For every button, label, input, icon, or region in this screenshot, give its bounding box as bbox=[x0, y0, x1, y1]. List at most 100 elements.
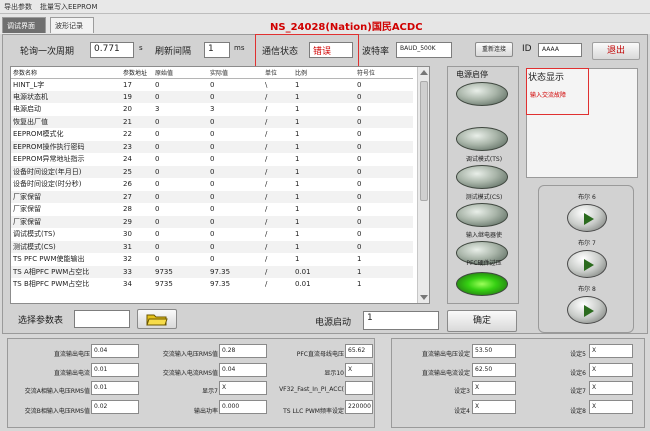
col-param-name[interactable]: 参数名称 bbox=[11, 67, 121, 79]
reconnect-button[interactable]: 重新连接 bbox=[475, 42, 513, 57]
readout-label: 交流B相输入电压RMS值 bbox=[24, 408, 90, 415]
cell-actual-value: 0 bbox=[208, 240, 263, 253]
cell-param-name: 设备时间设定(年月日) bbox=[11, 165, 121, 178]
col-param-addr[interactable]: 参数地址 bbox=[121, 67, 153, 79]
setting-input[interactable]: 53.50 bbox=[472, 344, 516, 358]
cell-raw-value: 0 bbox=[155, 230, 160, 239]
readout-label: 交流输入电压RMS值 bbox=[162, 351, 218, 358]
scroll-down-arrow-icon[interactable] bbox=[420, 295, 428, 300]
debug-mode-button[interactable] bbox=[456, 127, 508, 151]
cell-unit: / bbox=[263, 265, 293, 278]
col-unit[interactable]: 单位 bbox=[263, 67, 293, 79]
cell-raw-value: 0 bbox=[155, 205, 160, 214]
cell-raw-value: 0 bbox=[155, 80, 160, 89]
setting-input[interactable]: X bbox=[472, 381, 516, 395]
readout-label: 交流输入电流RMS值 bbox=[162, 370, 218, 377]
table-row[interactable]: EEPROM异常地址指示 24 0 0 / 1 0 bbox=[11, 153, 413, 166]
setting-input[interactable]: X bbox=[589, 344, 633, 358]
col-raw-value[interactable]: 原始值 bbox=[153, 67, 208, 79]
browse-button[interactable] bbox=[137, 309, 177, 329]
cell-raw-value: 9735 bbox=[155, 280, 173, 289]
cell-sign: 1 bbox=[355, 265, 413, 278]
table-header-row: 参数名称 参数地址 原始值 实际值 单位 比例 符号位 bbox=[11, 67, 413, 79]
tab-debug[interactable]: 调试界面 bbox=[2, 17, 46, 33]
cell-actual-value: 3 bbox=[210, 105, 215, 114]
table-row[interactable]: 设备时间设定(年月日) 25 0 0/1 0 bbox=[11, 165, 413, 178]
cell-sign: 0 bbox=[357, 80, 362, 89]
pfc-hw-overvoltage-indicator[interactable] bbox=[456, 272, 508, 296]
table-row[interactable]: 厂家保留 29 0 0/1 0 bbox=[11, 215, 413, 228]
power-start-field[interactable]: 1 bbox=[363, 311, 439, 330]
bool-7-indicator[interactable] bbox=[567, 250, 607, 278]
test-mode-button[interactable] bbox=[456, 165, 508, 189]
cell-sign: 0 bbox=[355, 140, 413, 153]
input-relay-button[interactable] bbox=[456, 203, 508, 227]
table-row[interactable]: EEPROM操作执行密码 23 0 0/1 0 bbox=[11, 140, 413, 153]
table-row[interactable]: 电源启动 20 3 3 / 1 0 bbox=[11, 103, 413, 116]
readout-value: X bbox=[345, 363, 373, 377]
col-ratio[interactable]: 比例 bbox=[293, 67, 355, 79]
cell-param-addr: 26 bbox=[123, 180, 132, 189]
setting-label: 直流输出电压设定 bbox=[421, 351, 470, 358]
cell-actual-value: 97.35 bbox=[210, 280, 231, 289]
play-icon bbox=[584, 213, 594, 225]
readout-value: 0.28 bbox=[219, 344, 267, 358]
table-row[interactable]: TS B相PFC PWM占空比 34 9735 97.35 / 0.01 1 bbox=[11, 278, 413, 291]
table-row[interactable]: HINT_L字 17 0 0 \ 1 0 bbox=[11, 78, 413, 91]
table-row[interactable]: TS PFC PWM使能输出 32 0 0 / 1 1 bbox=[11, 253, 413, 266]
confirm-button[interactable]: 确定 bbox=[447, 310, 517, 332]
cell-unit: / bbox=[263, 215, 293, 228]
setting-input[interactable]: X bbox=[472, 400, 516, 414]
readout-value: 0.04 bbox=[91, 344, 139, 358]
menu-batch-eeprom[interactable]: 批量写入EEPROM bbox=[40, 2, 97, 12]
table-row[interactable]: 测试模式(CS) 31 0 0/1 0 bbox=[11, 240, 413, 253]
table-row[interactable]: 厂家保留 27 0 0/1 0 bbox=[11, 190, 413, 203]
exit-button[interactable]: 退出 bbox=[592, 42, 640, 60]
cell-param-name: 设备时间设定(时分秒) bbox=[13, 180, 82, 189]
cell-param-addr: 23 bbox=[121, 140, 153, 153]
cell-ratio: 1 bbox=[295, 80, 300, 89]
col-sign[interactable]: 符号位 bbox=[355, 67, 413, 79]
cell-param-name: 恢复出厂值 bbox=[11, 115, 121, 128]
cell-unit: / bbox=[263, 165, 293, 178]
baud-rate-select[interactable]: BAUD_500K bbox=[396, 42, 452, 58]
cell-raw-value: 0 bbox=[155, 180, 160, 189]
setting-input[interactable]: X bbox=[589, 381, 633, 395]
id-label: ID bbox=[522, 44, 532, 54]
cell-sign: 0 bbox=[355, 165, 413, 178]
table-row[interactable]: 恢复出厂值 21 0 0/1 0 bbox=[11, 115, 413, 128]
cell-raw-value: 0 bbox=[153, 215, 208, 228]
cell-unit: / bbox=[263, 240, 293, 253]
table-row[interactable]: 厂家保留 28 0 0 / 1 0 bbox=[11, 203, 413, 216]
table-row[interactable]: 设备时间设定(时分秒) 26 0 0 / 1 0 bbox=[11, 178, 413, 191]
settings-panel: 直流输出电压设定 53.50 直流输出电流设定 62.50 设定3 X 设定4 … bbox=[391, 338, 645, 428]
table-row[interactable]: 调试模式(TS) 30 0 0 / 1 0 bbox=[11, 228, 413, 241]
setting-input[interactable]: X bbox=[589, 363, 633, 377]
readout-label: 直流输出电流 bbox=[53, 370, 90, 377]
cell-param-name: 电源启动 bbox=[13, 105, 41, 114]
bool-6-indicator[interactable] bbox=[567, 204, 607, 232]
tab-waveform[interactable]: 波形记录 bbox=[50, 17, 94, 33]
col-actual-value[interactable]: 实际值 bbox=[208, 67, 263, 79]
scroll-up-arrow-icon[interactable] bbox=[420, 70, 428, 75]
power-toggle-button[interactable] bbox=[456, 82, 508, 106]
cell-raw-value: 9735 bbox=[153, 265, 208, 278]
setting-input[interactable]: 62.50 bbox=[472, 363, 516, 377]
id-field[interactable]: AAAA bbox=[538, 43, 582, 57]
table-row[interactable]: 电源状态机 19 0 0/1 0 bbox=[11, 90, 413, 103]
cell-param-name: HINT_L字 bbox=[13, 80, 45, 89]
test-mode-label: 测试模式(CS) bbox=[465, 194, 503, 201]
refresh-interval-field[interactable]: 1 bbox=[204, 42, 230, 58]
cell-param-name: 厂家保留 bbox=[11, 190, 121, 203]
select-table-path[interactable] bbox=[74, 310, 130, 328]
table-row[interactable]: EEPROM模式化 22 0 0 / 1 0 bbox=[11, 128, 413, 141]
setting-input[interactable]: X bbox=[589, 400, 633, 414]
bool-8-indicator[interactable] bbox=[567, 296, 607, 324]
menu-export-params[interactable]: 导出参数 bbox=[4, 2, 32, 12]
poll-period-field[interactable]: 0.771 bbox=[90, 42, 134, 58]
play-icon bbox=[584, 305, 594, 317]
scroll-thumb[interactable] bbox=[420, 81, 428, 201]
table-row[interactable]: TS A相PFC PWM占空比 33 9735 97.35/0.01 1 bbox=[11, 265, 413, 278]
table-scrollbar[interactable] bbox=[417, 67, 429, 303]
cell-unit: / bbox=[263, 190, 293, 203]
